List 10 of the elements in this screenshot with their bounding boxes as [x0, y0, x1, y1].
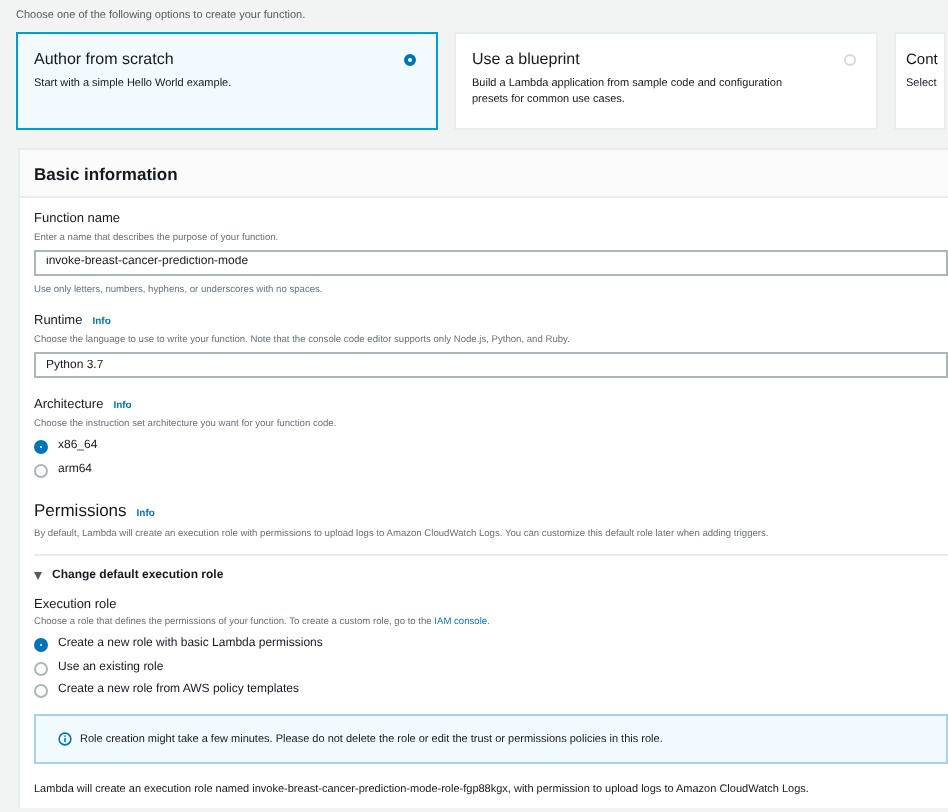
radio-button[interactable] [404, 54, 416, 66]
radio-button[interactable] [34, 638, 48, 653]
section-heading: Permissions [34, 498, 127, 524]
section-heading: Basic information [34, 162, 180, 188]
caret-icon [34, 572, 42, 581]
radio-button[interactable] [34, 463, 48, 478]
info-icon [58, 732, 72, 747]
radio-button[interactable] [34, 661, 48, 676]
radio-button[interactable] [34, 440, 48, 455]
radio-button[interactable] [34, 684, 48, 699]
